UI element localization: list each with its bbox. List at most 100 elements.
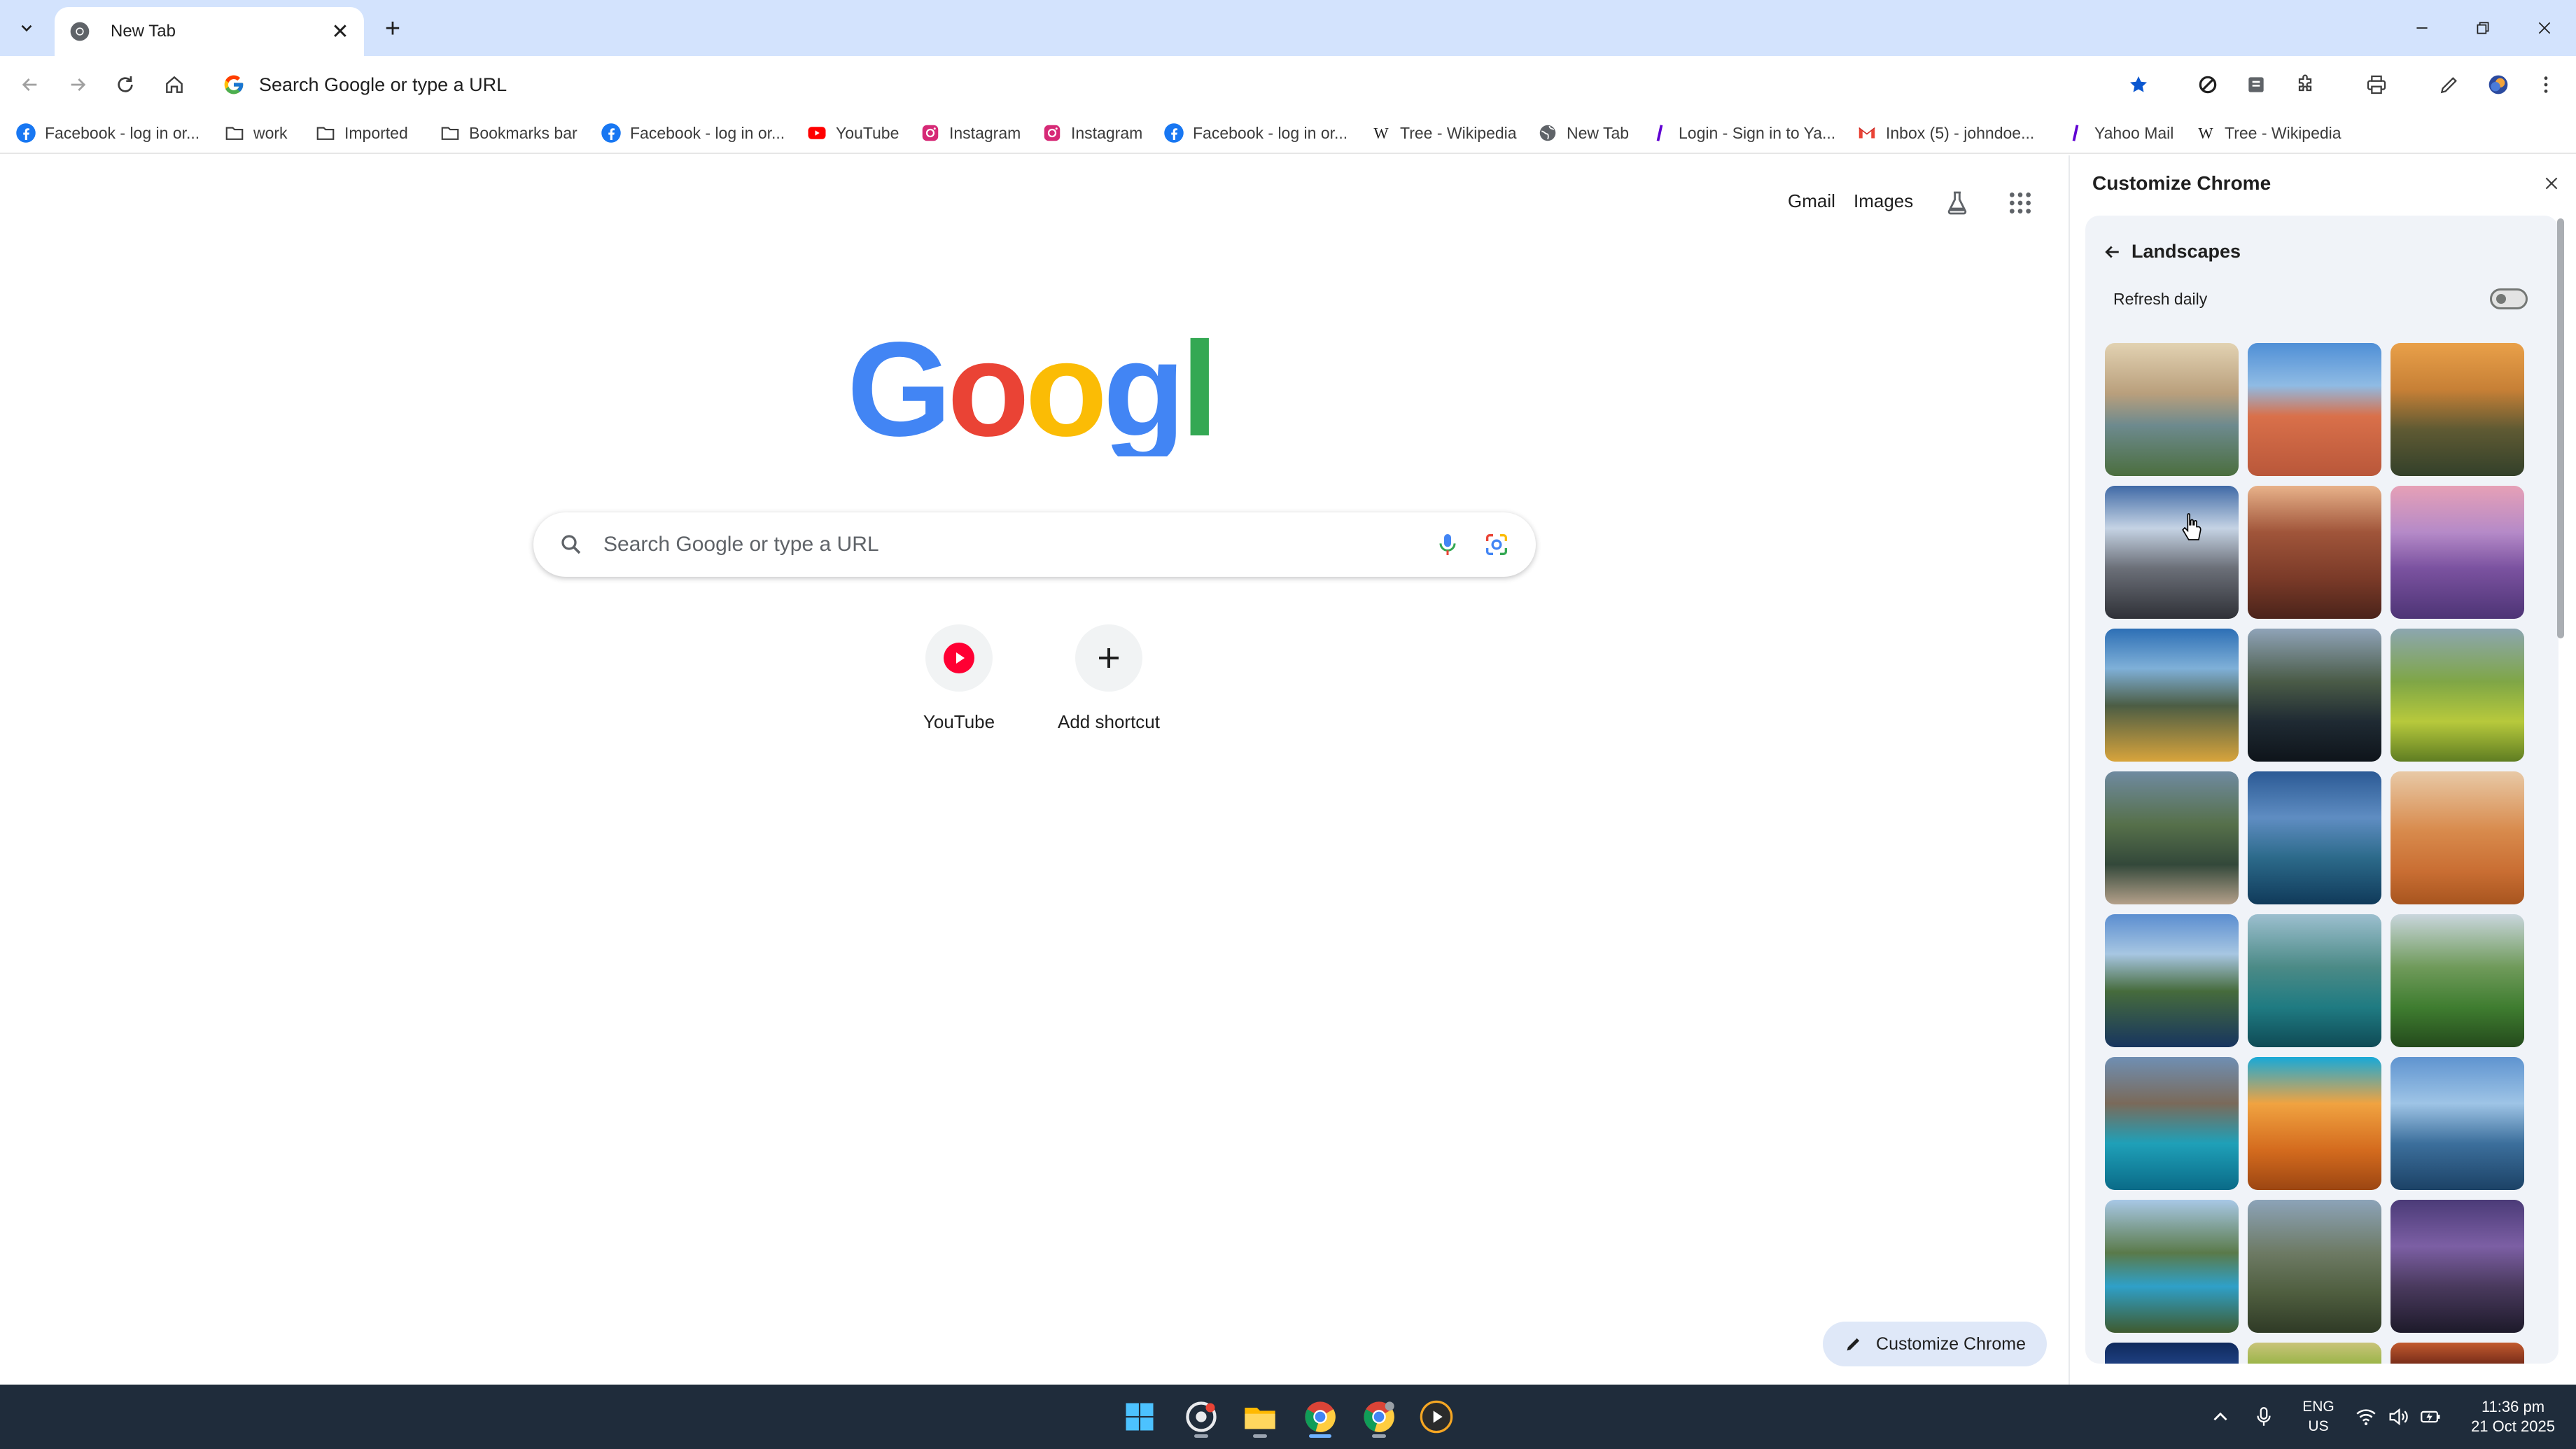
bookmark-yahoo-mail[interactable]: Yahoo Mail xyxy=(2065,119,2174,147)
google-lens-icon[interactable] xyxy=(1483,531,1511,559)
background-thumbnail-green-valley-waterfall[interactable] xyxy=(2390,914,2524,1047)
add-shortcut-button[interactable]: Add shortcut xyxy=(1032,624,1186,733)
toolbar: Search Google or type a URL xyxy=(0,56,2576,113)
tab-close-icon[interactable]: ✕ xyxy=(326,18,354,46)
new-tab-page: Gmail Images Google Search Google or typ… xyxy=(0,155,2065,1385)
speaker-icon xyxy=(2389,1408,2408,1426)
search-icon xyxy=(561,535,581,554)
new-tab-button[interactable]: + xyxy=(377,13,409,45)
restore-button[interactable] xyxy=(2462,8,2504,48)
refresh-daily-label: Refresh daily xyxy=(2113,290,2208,308)
side-panel-close-button[interactable] xyxy=(2538,169,2566,197)
background-thumbnail-calm-lake-boat[interactable] xyxy=(2390,1057,2524,1190)
bookmark-wikipedia-1[interactable]: W Tree - Wikipedia xyxy=(1371,119,1517,147)
taskbar-chrome-active[interactable] xyxy=(1299,1396,1341,1438)
bookmark-new-tab[interactable]: New Tab xyxy=(1537,119,1629,147)
close-window-button[interactable] xyxy=(2524,8,2566,48)
chrome-menu-button[interactable] xyxy=(2527,66,2565,104)
labs-button[interactable] xyxy=(1940,186,1974,220)
forward-button[interactable] xyxy=(56,63,99,106)
background-thumbnail-sand-dunes[interactable] xyxy=(2390,771,2524,904)
bookmark-label: Tree - Wikipedia xyxy=(1400,123,1517,142)
address-bar[interactable]: Search Google or type a URL xyxy=(210,63,2156,106)
taskbar-file-explorer[interactable] xyxy=(1239,1396,1281,1438)
background-thumbnail-green-rice-terraces[interactable] xyxy=(2390,629,2524,762)
background-thumbnail-mountain-lake-reflection[interactable] xyxy=(2248,629,2381,762)
edit-button[interactable] xyxy=(2430,66,2468,104)
background-thumbnail-snowy-mountain-peaks[interactable] xyxy=(2105,486,2239,619)
input-language-indicator[interactable]: ENG US xyxy=(2297,1397,2339,1436)
background-thumbnail-volcano-sunrise[interactable] xyxy=(2105,629,2239,762)
back-to-collections-button[interactable]: Landscapes xyxy=(2102,241,2241,262)
background-thumbnail-green-hills[interactable] xyxy=(2248,1343,2381,1364)
tab-new-tab[interactable]: New Tab ✕ xyxy=(55,7,364,56)
bookmark-youtube[interactable]: YouTube xyxy=(806,119,899,147)
battery-button[interactable] xyxy=(2415,1401,2446,1432)
bookmark-folder-imported[interactable]: Imported xyxy=(315,119,408,147)
ntp-search-box[interactable]: Search Google or type a URL xyxy=(533,512,1536,577)
side-panel-scrollbar[interactable] xyxy=(2557,218,2564,638)
bookmark-star-button[interactable] xyxy=(2120,66,2157,104)
clock-time: 11:36 pm xyxy=(2481,1398,2545,1415)
background-thumbnail-desert-stone-arch[interactable] xyxy=(2248,343,2381,476)
print-button[interactable] xyxy=(2358,66,2395,104)
bookmark-facebook-2[interactable]: Facebook - log in or... xyxy=(601,119,785,147)
microphone-icon xyxy=(2257,1407,2271,1426)
svg-text:Google: Google xyxy=(847,330,1218,456)
customize-chrome-button[interactable]: Customize Chrome xyxy=(1823,1322,2047,1366)
background-thumbnail-turquoise-mountain-lake[interactable] xyxy=(2105,1200,2239,1333)
system-clock[interactable]: 11:36 pm 21 Oct 2025 xyxy=(2450,1397,2576,1436)
shortcut-youtube[interactable]: YouTube xyxy=(882,624,1036,733)
bookmark-label: Yahoo Mail xyxy=(2094,123,2174,142)
background-thumbnail-golden-cliffs[interactable] xyxy=(2390,343,2524,476)
google-apps-button[interactable] xyxy=(2003,186,2037,220)
bookmark-label: Instagram xyxy=(1071,123,1143,142)
reload-button[interactable] xyxy=(104,63,147,106)
bookmark-wikipedia-2[interactable]: W Tree - Wikipedia xyxy=(2195,119,2341,147)
background-thumbnail-night-sky[interactable] xyxy=(2105,1343,2239,1364)
gmail-link[interactable]: Gmail xyxy=(1788,190,1835,212)
background-thumbnail-red-canyon[interactable] xyxy=(2390,1343,2524,1364)
background-thumbnail-red-rock-canyon[interactable] xyxy=(2248,486,2381,619)
bookmark-label: Login - Sign in to Ya... xyxy=(1679,123,1836,142)
background-thumbnail-mountain-ruins[interactable] xyxy=(2248,1200,2381,1333)
background-thumbnail-orange-desert-dunes[interactable] xyxy=(2248,1057,2381,1190)
start-button[interactable] xyxy=(1119,1396,1161,1438)
background-thumbnail-coastal-rock-pools[interactable] xyxy=(2105,343,2239,476)
images-link[interactable]: Images xyxy=(1854,190,1913,212)
background-thumbnail-stone-bridge-river[interactable] xyxy=(2105,771,2239,904)
background-thumbnail-lavender-field-tree[interactable] xyxy=(2390,486,2524,619)
background-thumbnail-alpine-lake-peaks[interactable] xyxy=(2248,771,2381,904)
bookmark-label: YouTube xyxy=(836,123,899,142)
minimize-button[interactable] xyxy=(2401,8,2443,48)
background-thumbnail-turquoise-lagoon[interactable] xyxy=(2248,914,2381,1047)
bookmark-folder-work[interactable]: work xyxy=(224,119,288,147)
bookmark-instagram-2[interactable]: Instagram xyxy=(1042,119,1142,147)
volume-button[interactable] xyxy=(2383,1401,2414,1432)
bookmark-folder-bookmarks-bar[interactable]: Bookmarks bar xyxy=(440,119,578,147)
bookmark-facebook-1[interactable]: Facebook - log in or... xyxy=(15,119,200,147)
show-hidden-icons-button[interactable] xyxy=(2205,1401,2236,1432)
home-button[interactable] xyxy=(153,63,196,106)
reader-extension-button[interactable] xyxy=(2237,66,2275,104)
background-thumbnail-purple-rocky-shore[interactable] xyxy=(2390,1200,2524,1333)
block-icon xyxy=(2199,76,2217,94)
back-button[interactable] xyxy=(8,63,52,106)
bookmark-instagram-1[interactable]: Instagram xyxy=(920,119,1021,147)
profile-button[interactable] xyxy=(2479,66,2517,104)
background-thumbnail-island-bay[interactable] xyxy=(2105,1057,2239,1190)
bookmark-yahoo-login[interactable]: Login - Sign in to Ya... xyxy=(1649,119,1835,147)
taskbar-chrome-profile-2[interactable] xyxy=(1358,1396,1400,1438)
bookmark-gmail-inbox[interactable]: Inbox (5) - johndoe... xyxy=(1856,119,2034,147)
microphone-icon[interactable] xyxy=(1434,531,1462,559)
tab-search-button[interactable] xyxy=(8,10,45,46)
taskbar-chrome-profile-1[interactable] xyxy=(1180,1396,1222,1438)
refresh-daily-toggle[interactable] xyxy=(2490,288,2528,309)
wifi-button[interactable] xyxy=(2351,1401,2381,1432)
taskbar-media-player[interactable] xyxy=(1415,1396,1457,1438)
bookmark-facebook-3[interactable]: Facebook - log in or... xyxy=(1163,119,1348,147)
microphone-tray-button[interactable] xyxy=(2248,1401,2279,1432)
background-thumbnail-sea-cliffs[interactable] xyxy=(2105,914,2239,1047)
extensions-button[interactable] xyxy=(2286,66,2324,104)
blocker-extension-button[interactable] xyxy=(2189,66,2227,104)
